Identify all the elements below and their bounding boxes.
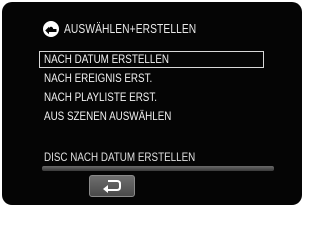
menu-item-nach-datum[interactable]: NACH DATUM ERSTELLEN [44, 51, 169, 67]
menu-item-nach-playliste[interactable]: NACH PLAYLISTE ERST. [44, 89, 157, 105]
page-title: AUSWÄHLEN+ERSTELLEN [64, 22, 197, 36]
menu-header: AUSWÄHLEN+ERSTELLEN [42, 20, 225, 38]
camera-menu-screen: AUSWÄHLEN+ERSTELLEN NACH DATUM ERSTELLEN… [2, 2, 302, 205]
disc-create-icon [43, 21, 59, 37]
back-button[interactable] [89, 175, 135, 197]
divider [42, 166, 274, 171]
menu-item-aus-szenen[interactable]: AUS SZENEN AUSWÄHLEN [44, 108, 171, 124]
menu-item-nach-ereignis[interactable]: NACH EREIGNIS ERST. [44, 70, 152, 86]
back-return-icon [103, 180, 121, 193]
description-text: DISC NACH DATUM ERSTELLEN [44, 150, 196, 164]
